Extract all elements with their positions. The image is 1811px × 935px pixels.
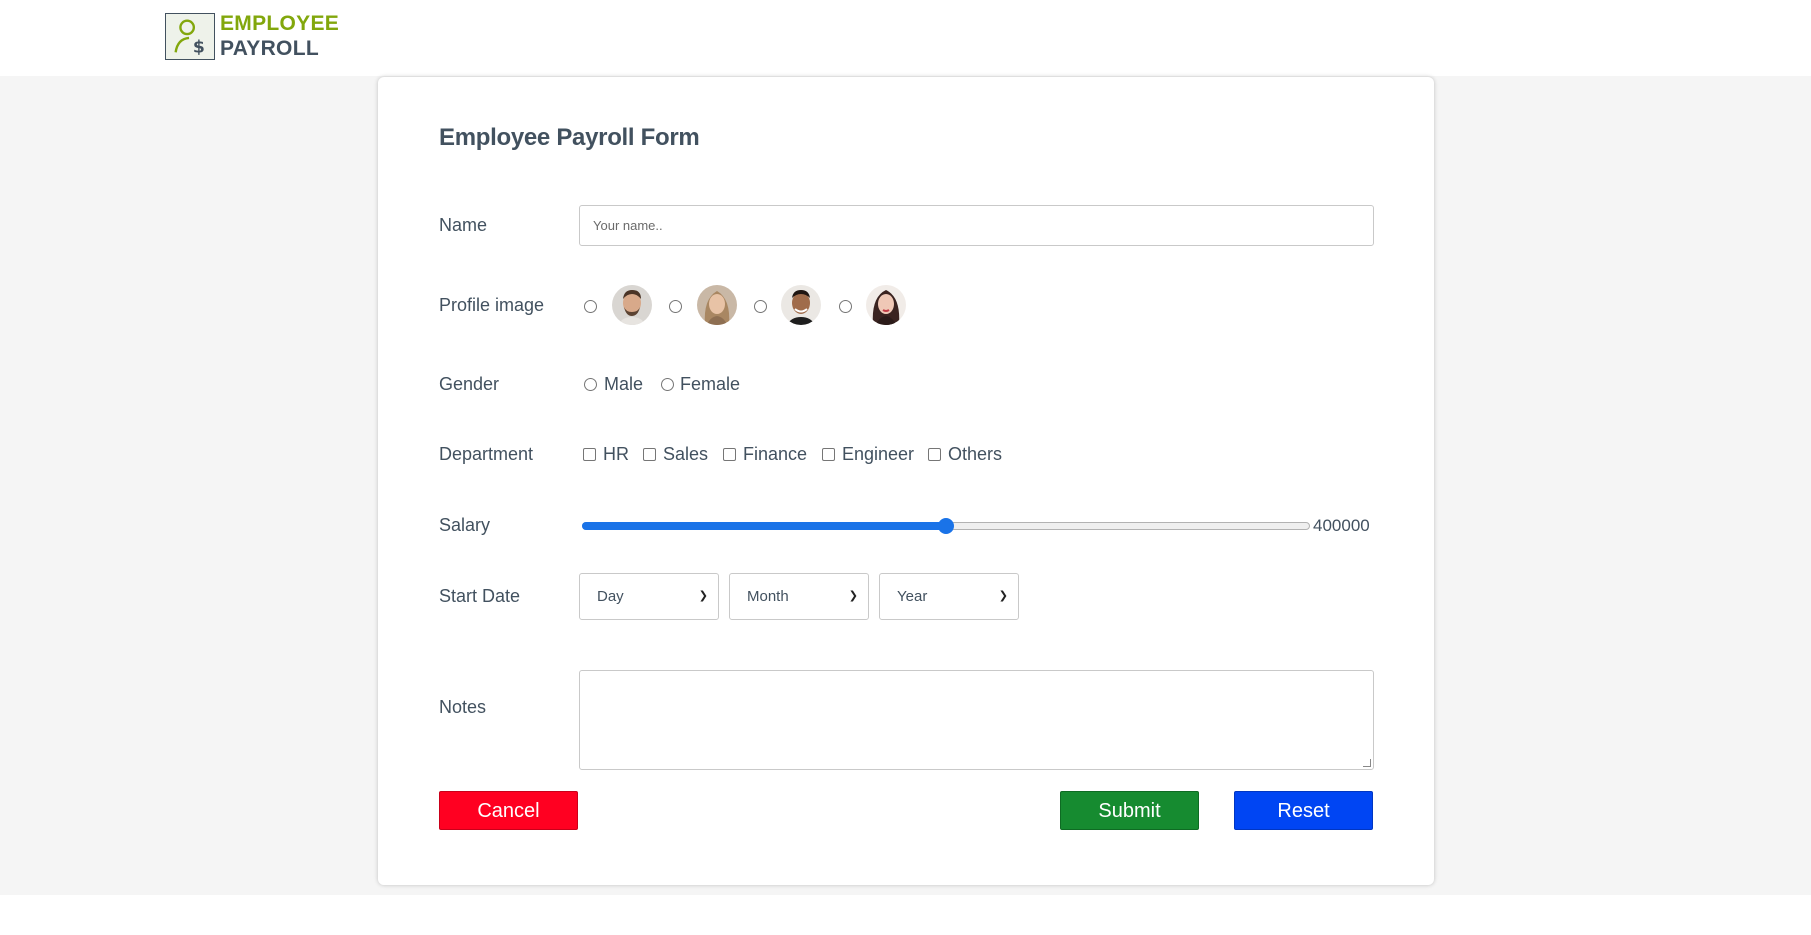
gender-option-female[interactable]: Female	[680, 374, 740, 395]
top-header: $ EMPLOYEE PAYROLL	[0, 0, 1811, 76]
gender-label: Gender	[439, 374, 500, 394]
submit-button[interactable]: Submit	[1060, 791, 1199, 830]
avatar-man-1-icon[interactable]	[612, 285, 652, 325]
svg-text:$: $	[193, 37, 205, 57]
profile-image-label: Profile image	[439, 295, 545, 315]
footer-strip	[0, 895, 1811, 935]
chevron-down-icon: ❯	[848, 590, 858, 602]
reset-button[interactable]: Reset	[1234, 791, 1373, 830]
department-label: Department	[439, 444, 534, 464]
salary-value: 400000	[1313, 516, 1370, 535]
logo-line-employee: EMPLOYEE	[220, 12, 340, 35]
salary-slider-thumb[interactable]	[938, 518, 954, 534]
department-checkbox-finance[interactable]	[723, 448, 736, 461]
year-select-value: Year	[897, 588, 928, 605]
day-select-value: Day	[597, 588, 624, 605]
gender-radio-male[interactable]	[584, 378, 597, 391]
department-option-hr[interactable]: HR	[603, 444, 629, 465]
day-select[interactable]: Day ❯	[579, 573, 719, 620]
department-checkbox-engineer[interactable]	[822, 448, 835, 461]
chevron-down-icon: ❯	[698, 590, 708, 602]
profile-image-radio-1[interactable]	[584, 300, 597, 313]
avatar-woman-2-icon[interactable]	[866, 285, 906, 325]
gender-radio-female[interactable]	[661, 378, 674, 391]
name-label: Name	[439, 215, 488, 235]
month-select[interactable]: Month ❯	[729, 573, 869, 620]
profile-image-radio-3[interactable]	[754, 300, 767, 313]
form-title: Employee Payroll Form	[439, 124, 700, 151]
department-option-others[interactable]: Others	[948, 444, 1002, 465]
name-input[interactable]	[579, 205, 1374, 246]
cancel-button[interactable]: Cancel	[439, 791, 578, 830]
salary-label: Salary	[439, 515, 491, 535]
chevron-down-icon: ❯	[998, 590, 1008, 602]
year-select[interactable]: Year ❯	[879, 573, 1019, 620]
gender-option-male[interactable]: Male	[604, 374, 643, 395]
logo-icon[interactable]: $	[165, 13, 215, 60]
notes-textarea[interactable]	[579, 670, 1374, 770]
department-checkbox-sales[interactable]	[643, 448, 656, 461]
avatar-man-2-icon[interactable]	[781, 285, 821, 325]
start-date-label: Start Date	[439, 586, 521, 606]
department-option-sales[interactable]: Sales	[663, 444, 708, 465]
department-option-engineer[interactable]: Engineer	[842, 444, 914, 465]
salary-slider-fill	[582, 522, 946, 530]
avatar-woman-1-icon[interactable]	[697, 285, 737, 325]
resize-handle-icon[interactable]	[1363, 759, 1371, 767]
profile-image-radio-2[interactable]	[669, 300, 682, 313]
department-checkbox-hr[interactable]	[583, 448, 596, 461]
logo-text[interactable]: EMPLOYEE PAYROLL	[220, 11, 339, 61]
month-select-value: Month	[747, 588, 789, 605]
logo-line-payroll: PAYROLL	[220, 37, 319, 60]
notes-label: Notes	[439, 697, 487, 717]
department-option-finance[interactable]: Finance	[743, 444, 807, 465]
department-checkbox-others[interactable]	[928, 448, 941, 461]
profile-image-radio-4[interactable]	[839, 300, 852, 313]
